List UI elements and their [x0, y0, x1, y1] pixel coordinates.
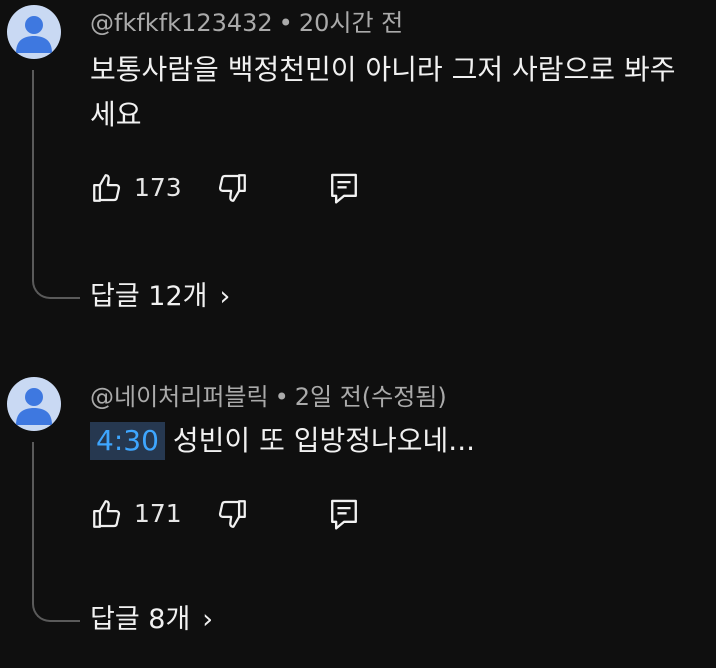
avatar[interactable] [7, 377, 61, 431]
meta-separator: • [274, 383, 289, 411]
thumbs-down-icon [218, 174, 246, 202]
reply-button[interactable] [328, 171, 360, 205]
replies-label: 답글 12개 [90, 281, 208, 312]
default-avatar-icon [16, 388, 52, 425]
comment-text-row: 4:30 성빈이 또 입방정나오네... [90, 418, 690, 463]
like-count: 173 [134, 173, 182, 202]
comment-author[interactable]: @fkfkfk123432 [90, 9, 273, 37]
view-replies-button[interactable]: 답글 8개 › [90, 603, 213, 637]
thread-line [32, 70, 80, 299]
replies-label: 답글 8개 [90, 604, 191, 635]
comment-text: 성빈이 또 입방정나오네... [172, 424, 475, 457]
comment-time: 20시간 전 [298, 9, 404, 37]
avatar[interactable] [7, 5, 61, 59]
reply-comment-icon [331, 173, 357, 204]
dislike-button[interactable] [215, 171, 249, 205]
thumbs-up-icon [93, 500, 121, 528]
like-button[interactable]: 171 [90, 497, 182, 531]
comment-author[interactable]: @네이처리퍼블릭 [90, 383, 269, 411]
like-count: 171 [134, 499, 182, 528]
reply-comment-icon [331, 499, 357, 530]
reply-button[interactable] [328, 497, 360, 531]
thumbs-down-icon [218, 500, 246, 528]
comment-meta: @네이처리퍼블릭 • 2일 전(수정됨) [90, 382, 447, 412]
chevron-right-icon: › [219, 281, 231, 312]
thumbs-up-icon [93, 174, 121, 202]
dislike-button[interactable] [215, 497, 249, 531]
default-avatar-icon [16, 16, 52, 53]
thread-line [32, 442, 80, 622]
meta-separator: • [278, 9, 293, 37]
comment-time: 2일 전(수정됨) [294, 383, 447, 411]
view-replies-button[interactable]: 답글 12개 › [90, 280, 230, 314]
chevron-right-icon: › [202, 604, 214, 635]
like-button[interactable]: 173 [90, 171, 182, 205]
comment-text: 보통사람을 백정천민이 아니라 그저 사람으로 봐주세요 [90, 53, 676, 131]
timestamp-link[interactable]: 4:30 [90, 422, 165, 460]
comment-meta: @fkfkfk123432 • 20시간 전 [90, 8, 403, 38]
